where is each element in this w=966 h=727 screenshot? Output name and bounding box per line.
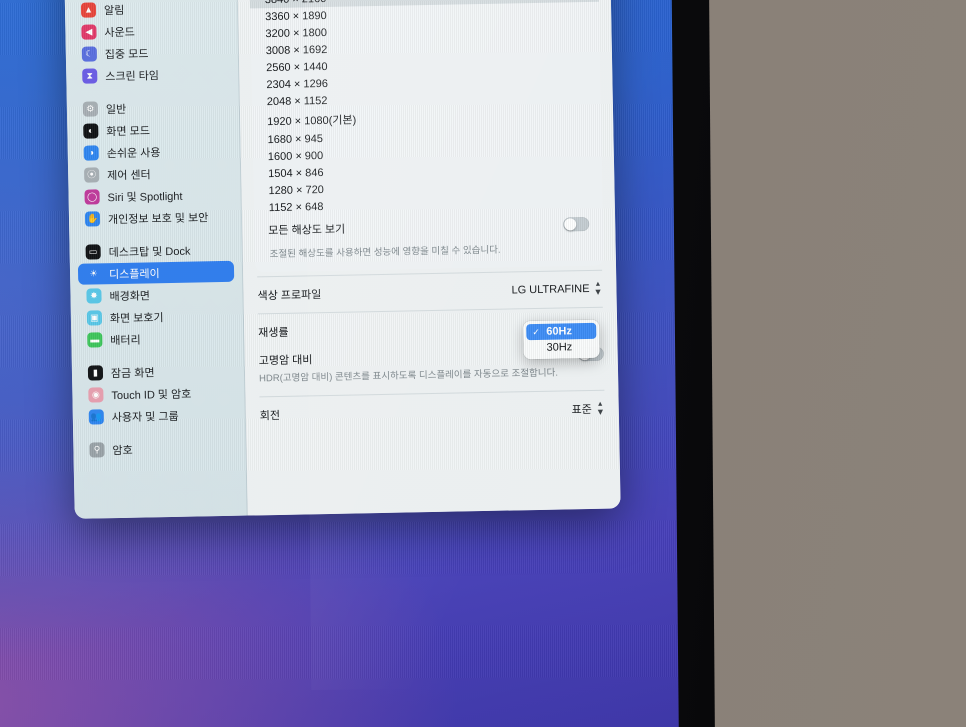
sidebar-group: ▲ 알림 ◀ 사운드 ☾ 집중 모드 ⧗ 스크린 타임 (73, 0, 231, 96)
sidebar-item-passwords-key[interactable]: ⚲ 암호 (81, 437, 237, 461)
color-profile-value: LG ULTRAFINE (511, 282, 590, 297)
refresh-rate-option-label: 60Hz (546, 325, 573, 338)
touch-id-icon: ◉ (88, 387, 104, 403)
sidebar-item-control-center[interactable]: ⦿ 제어 센터 (76, 162, 232, 186)
sidebar-item-label: Siri 및 Spotlight (107, 190, 183, 204)
chevron-updown-icon: ▲ ▼ (595, 400, 605, 417)
sidebar-item-label: 데스크탑 및 Dock (108, 245, 191, 259)
sidebar-group: ⚲ 암호 (81, 434, 238, 470)
toggle-knob (564, 218, 577, 231)
sidebar-item-battery[interactable]: ▬ 배터리 (79, 327, 235, 351)
screensaver-icon: ▣ (86, 310, 103, 326)
sidebar-item-sound[interactable]: ◀ 사운드 (73, 19, 229, 43)
sidebar-item-focus-moon[interactable]: ☾ 집중 모드 (74, 41, 230, 65)
refresh-rate-dropdown[interactable]: ✓ 60Hz 30Hz (523, 319, 600, 360)
privacy-hand-icon: ✋ (84, 211, 101, 227)
sidebar-item-label: 사운드 (104, 26, 135, 39)
system-settings-window: 소프트웨어 업데이트 사용 가능 1 ≋Wi-FiᛒBluetooth◍네트워크… (62, 0, 621, 519)
settings-sidebar: 소프트웨어 업데이트 사용 가능 1 ≋Wi-FiᛒBluetooth◍네트워크… (62, 0, 248, 519)
sidebar-item-lock-screen[interactable]: ▮ 잠금 화면 (80, 360, 236, 384)
sidebar-item-privacy-hand[interactable]: ✋ 개인정보 보호 및 보안 (77, 206, 233, 230)
sidebar-item-screensaver[interactable]: ▣ 화면 보호기 (79, 305, 235, 329)
notifications-icon: ▲ (80, 2, 97, 18)
sidebar-groups: ≋Wi-FiᛒBluetooth◍네트워크▲알림◀사운드☾집중 모드⧗스크린 타… (71, 0, 238, 470)
sidebar-item-label: 화면 모드 (106, 124, 150, 138)
sidebar-group: ▭ 데스크탑 및 Dock ☀ 디스플레이 ✸ 배경화면 ▣ 화면 보호기 ▬ 배터리 (77, 236, 235, 360)
sidebar-item-label: 배터리 (110, 334, 141, 347)
display-brightness-icon: ☀ (85, 266, 102, 282)
accessibility-icon: ◑ (83, 145, 99, 161)
laptop-screen: 소프트웨어 업데이트 사용 가능 1 ≋Wi-FiᛒBluetooth◍네트워크… (0, 0, 679, 727)
sidebar-item-screen-time[interactable]: ⧗ 스크린 타임 (74, 63, 230, 87)
rotation-row[interactable]: 회전 표준 ▲ ▼ (246, 394, 619, 429)
sidebar-item-label: 스크린 타임 (105, 69, 160, 83)
checkmark-icon: ✓ (532, 326, 540, 337)
displays-pane: 정렬... 내장 디스플레이 LG ULTRAFINE (235, 0, 621, 516)
sidebar-item-desktop-dock[interactable]: ▭ 데스크탑 및 Dock (77, 239, 233, 263)
general-gear-icon: ⚙ (82, 101, 99, 117)
sidebar-item-display-brightness[interactable]: ☀ 디스플레이 (77, 260, 235, 285)
sidebar-item-label: 알림 (103, 4, 125, 17)
sidebar-item-label: 암호 (112, 444, 133, 457)
resolution-hint: 조절된 해상도를 사용하면 성능에 영향을 미칠 수 있습니다. (269, 244, 501, 261)
sidebar-item-notifications[interactable]: ▲ 알림 (73, 0, 229, 21)
refresh-rate-label: 재생률 (258, 326, 289, 340)
color-profile-label: 색상 프로파일 (257, 289, 322, 303)
chevron-updown-icon: ▲ ▼ (593, 280, 603, 297)
control-center-icon: ⦿ (84, 167, 100, 183)
resolution-list[interactable]: 3840 × 21603360 × 18903200 × 18003008 × … (249, 0, 603, 216)
sidebar-item-label: 집중 모드 (104, 47, 149, 61)
wallpaper-icon: ✸ (86, 288, 102, 304)
hdr-label: 고명암 대비 (258, 354, 313, 368)
show-all-resolutions-label: 모든 해상도 보기 (268, 223, 346, 238)
sidebar-group: ▮ 잠금 화면 ◉ Touch ID 및 암호 👥 사용자 및 그룹 (80, 357, 237, 437)
desktop-dock-icon: ▭ (85, 244, 101, 260)
sidebar-item-label: 일반 (105, 103, 127, 116)
appearance-icon: ◐ (83, 123, 99, 139)
battery-icon: ▬ (87, 332, 103, 348)
sound-icon: ◀ (81, 24, 97, 40)
screenshot-root: 소프트웨어 업데이트 사용 가능 1 ≋Wi-FiᛒBluetooth◍네트워크… (0, 0, 966, 727)
rotation-label: 회전 (259, 409, 281, 423)
sidebar-item-appearance[interactable]: ◐ 화면 모드 (75, 118, 231, 142)
refresh-rate-option[interactable]: ✓ 60Hz (526, 322, 597, 341)
color-profile-row[interactable]: 색상 프로파일 LG ULTRAFINE ▲ ▼ (243, 274, 616, 309)
sidebar-item-label: 제어 센터 (107, 168, 151, 182)
sidebar-item-label: 잠금 화면 (110, 366, 155, 380)
sidebar-item-label: 화면 보호기 (109, 311, 164, 325)
refresh-rate-option[interactable]: 30Hz (526, 339, 596, 356)
screen-time-icon: ⧗ (82, 68, 98, 84)
lock-screen-icon: ▮ (87, 365, 104, 381)
sidebar-group: ⚙ 일반 ◐ 화면 모드 ◑ 손쉬운 사용 ⦿ 제어 센터 ◯ Siri 및 Spotlight ✋… (75, 93, 234, 239)
sidebar-item-label: 디스플레이 (108, 267, 160, 281)
refresh-rate-option-label: 30Hz (546, 341, 573, 354)
passwords-key-icon: ⚲ (89, 442, 105, 458)
siri-icon: ◯ (84, 189, 100, 205)
sidebar-item-siri[interactable]: ◯ Siri 및 Spotlight (76, 184, 232, 208)
sidebar-item-general-gear[interactable]: ⚙ 일반 (75, 96, 231, 120)
focus-moon-icon: ☾ (81, 46, 97, 62)
sidebar-item-label: 개인정보 보호 및 보안 (107, 211, 209, 226)
sidebar-item-label: 손쉬운 사용 (106, 146, 161, 160)
rotation-popup[interactable]: 표준 ▲ ▼ (571, 401, 604, 418)
show-all-resolutions-toggle[interactable] (563, 216, 590, 232)
color-profile-popup[interactable]: LG ULTRAFINE ▲ ▼ (511, 280, 603, 298)
users-groups-icon: 👥 (88, 409, 104, 425)
sidebar-item-label: 배경화면 (109, 289, 151, 303)
rotation-value: 표준 (571, 403, 592, 417)
sidebar-item-users-groups[interactable]: 👥 사용자 및 그룹 (81, 404, 237, 428)
sidebar-item-label: 사용자 및 그룹 (111, 410, 179, 424)
sidebar-item-accessibility[interactable]: ◑ 손쉬운 사용 (76, 140, 232, 164)
sidebar-item-label: Touch ID 및 암호 (111, 388, 192, 402)
sidebar-item-wallpaper[interactable]: ✸ 배경화면 (78, 283, 234, 307)
resolution-card: 다음으로 사용 확장된 디스플레이 ▲▼ 3840 × 21603360 × 1… (248, 0, 605, 273)
sidebar-item-touch-id[interactable]: ◉ Touch ID 및 암호 (80, 382, 236, 406)
